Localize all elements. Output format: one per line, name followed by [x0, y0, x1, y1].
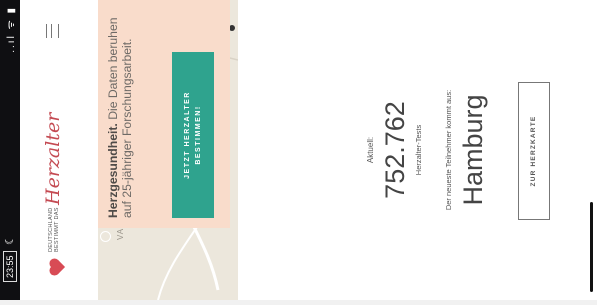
test-count-label: Herzalter-Tests [414, 124, 423, 176]
moon-icon: ☾ [4, 235, 16, 245]
participant-city: Hamburg [458, 94, 488, 206]
heart-map-button[interactable]: ZUR HERZKARTE [518, 82, 550, 220]
current-label: Aktuell: [366, 136, 375, 164]
logo-tagline[interactable]: DEUTSCHLAND BESTIMMT DAS [48, 207, 60, 252]
site-header: DEUTSCHLAND BESTIMMT DAS Herzalter [20, 0, 98, 300]
home-indicator[interactable] [590, 202, 593, 292]
hamburger-menu-icon[interactable] [46, 24, 59, 38]
info-card: Herzgesundheit. Die Daten beruhen auf 25… [98, 0, 230, 228]
status-time: 23:55 [3, 251, 17, 282]
logo-wordmark[interactable]: Herzalter [42, 113, 64, 205]
signal-wifi-battery-icons: ..ıl ᯤ ▮ [6, 6, 17, 53]
status-bar: 23:55 ☾ ..ıl ᯤ ▮ [0, 0, 20, 300]
newest-participant-label: Der neueste Teilnehmer kommt aus: [444, 89, 453, 211]
card-description: Herzgesundheit. Die Daten beruhen auf 25… [106, 17, 134, 218]
phone-screen: 23:55 ☾ ..ıl ᯤ ▮ DEUTSCHLAND BESTIMMT DA… [0, 0, 597, 300]
heart-logo-icon[interactable] [50, 259, 66, 275]
mapbox-icon [100, 231, 111, 242]
test-count: 752.762 [380, 101, 410, 199]
stats-section: Aktuell: 752.762 Herzalter-Tests Der neu… [330, 0, 575, 300]
determine-heart-age-button[interactable]: JETZT HERZALTER BESTIMMEN! [172, 52, 214, 218]
